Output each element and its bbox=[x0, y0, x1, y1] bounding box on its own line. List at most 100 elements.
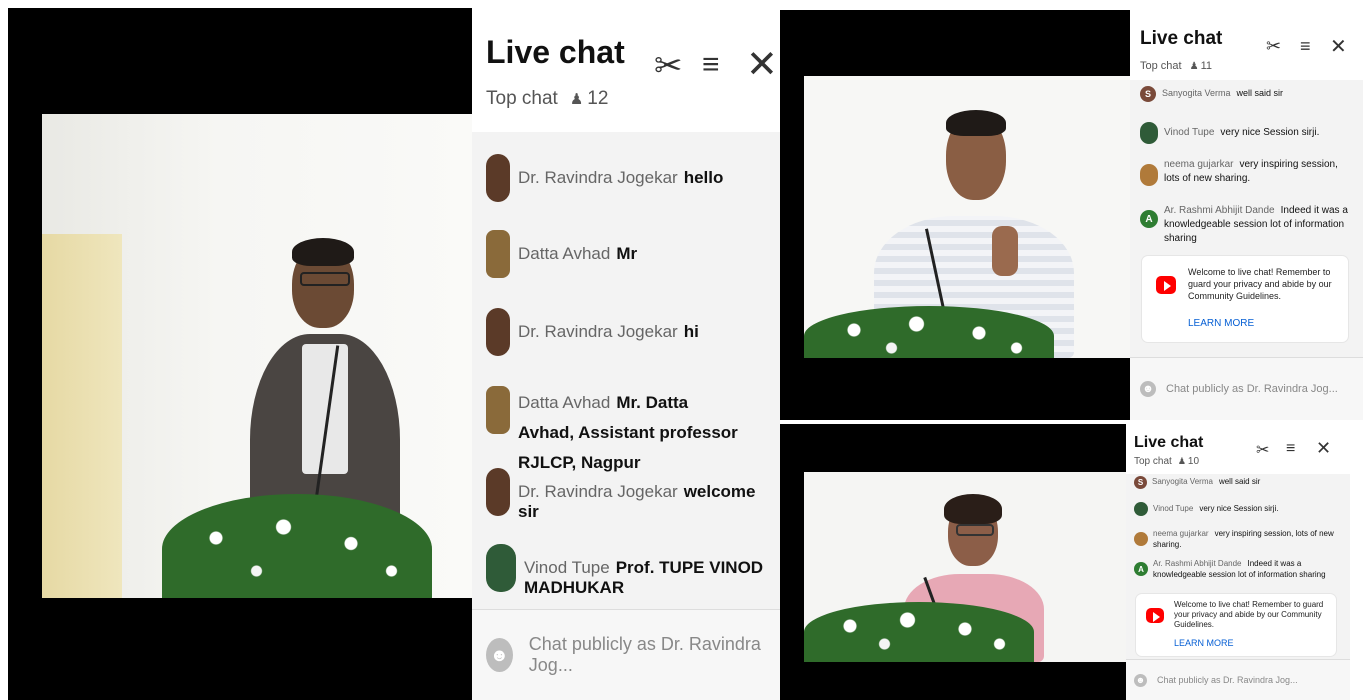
sliders-icon[interactable]: ≡ bbox=[702, 48, 720, 82]
scissors-icon[interactable]: ✂ bbox=[1256, 440, 1269, 460]
background-door bbox=[42, 234, 122, 598]
chat-message: Vinod Tupe very nice Session sirji. bbox=[1130, 122, 1363, 144]
person-icon: ♟ bbox=[1189, 60, 1199, 72]
close-icon[interactable]: ✕ bbox=[1330, 34, 1347, 59]
message-author: Sanyogita Verma bbox=[1152, 477, 1213, 486]
message-text: well said sir bbox=[1218, 477, 1261, 486]
chat-input-bar[interactable]: ☻ Chat publicly as Dr. Ravindra Jog... bbox=[472, 609, 780, 700]
avatar bbox=[1140, 122, 1158, 144]
chat-message: neema gujarkar very inspiring session, lo… bbox=[1130, 158, 1363, 186]
avatar: S bbox=[1134, 476, 1147, 489]
live-chat-panel-top-right: Live chat Top chat ♟ 11 ✂ ≡ ✕ S Sanyogit… bbox=[1130, 10, 1363, 420]
stream-panel-bottom-right: Live chat Top chat ♟ 10 ✂ ≡ ✕ S Sanyogit… bbox=[780, 424, 1350, 700]
learn-more-link[interactable]: LEARN MORE bbox=[1174, 638, 1234, 648]
scissors-icon[interactable]: ✂ bbox=[654, 46, 683, 86]
smiley-icon[interactable]: ☻ bbox=[1134, 673, 1147, 687]
welcome-text: Welcome to live chat! Remember to guard … bbox=[1188, 267, 1332, 301]
chat-input-bar[interactable]: ☻ Chat publicly as Dr. Ravindra Jog... bbox=[1126, 659, 1350, 700]
chat-message: A Ar. Rashmi Abhijit Dande Indeed it was … bbox=[1130, 204, 1363, 246]
avatar bbox=[486, 386, 510, 434]
avatar bbox=[486, 230, 510, 278]
chat-message: Datta Avhad Mr bbox=[472, 230, 780, 278]
stream-panel-top-right: Live chat Top chat ♟ 11 ✂ ≡ ✕ S Sanyogit… bbox=[780, 10, 1363, 420]
message-author: Sanyogita Verma bbox=[1162, 88, 1231, 98]
chat-message: A Ar. Rashmi Abhijit Dande Indeed it was … bbox=[1126, 558, 1350, 580]
avatar bbox=[1140, 164, 1158, 186]
welcome-notice: Welcome to live chat! Remember to guard … bbox=[1136, 594, 1336, 656]
live-chat-panel-bottom-right: Live chat Top chat ♟ 10 ✂ ≡ ✕ S Sanyogit… bbox=[1126, 424, 1350, 700]
avatar bbox=[1134, 502, 1148, 516]
message-author: neema gujarkar bbox=[1153, 529, 1209, 538]
chat-message-list[interactable]: S Sanyogita Verma well said sir Vinod Tup… bbox=[1130, 80, 1363, 358]
message-author: Dr. Ravindra Jogekar bbox=[518, 168, 678, 187]
video-player-main[interactable] bbox=[8, 8, 480, 700]
person-icon: ♟ bbox=[569, 91, 584, 108]
avatar bbox=[486, 308, 510, 356]
viewer-count: 10 bbox=[1187, 456, 1200, 467]
youtube-icon bbox=[1146, 608, 1164, 623]
chat-message: Dr. Ravindra Jogekar hi bbox=[472, 308, 780, 356]
smiley-icon[interactable]: ☻ bbox=[1140, 381, 1156, 397]
welcome-text: Welcome to live chat! Remember to guard … bbox=[1174, 600, 1324, 629]
avatar bbox=[486, 154, 510, 202]
close-icon[interactable]: ✕ bbox=[746, 42, 778, 87]
chat-header: Live chat Top chat ♟ 11 ✂ ≡ ✕ bbox=[1130, 10, 1363, 80]
avatar bbox=[486, 544, 516, 592]
video-player-bottom-right[interactable] bbox=[780, 424, 1126, 700]
chat-header: Live chat Top chat ♟ 10 ✂ ≡ ✕ bbox=[1126, 424, 1350, 474]
message-author: neema gujarkar bbox=[1164, 159, 1234, 170]
welcome-notice: Welcome to live chat! Remember to guard … bbox=[1142, 256, 1348, 342]
avatar bbox=[486, 468, 510, 516]
sliders-icon[interactable]: ≡ bbox=[1286, 440, 1295, 458]
live-chat-panel-main: Live chat Top chat ♟ 12 ✂ ≡ ✕ Dr. Ravind… bbox=[472, 8, 780, 700]
message-text: well said sir bbox=[1236, 88, 1284, 98]
avatar: S bbox=[1140, 86, 1156, 102]
top-chat-label: Top chat bbox=[1140, 60, 1182, 72]
message-text: hi bbox=[683, 322, 699, 341]
chat-message: Dr. Ravindra Jogekar welcome sir bbox=[472, 468, 780, 522]
sliders-icon[interactable]: ≡ bbox=[1300, 36, 1311, 57]
top-chat-label: Top chat bbox=[1134, 456, 1172, 467]
scissors-icon[interactable]: ✂ bbox=[1266, 36, 1281, 57]
avatar bbox=[1134, 532, 1148, 546]
chat-mode-selector[interactable]: Top chat ♟ 10 bbox=[1134, 456, 1199, 467]
video-frame-bottom-right bbox=[804, 472, 1126, 662]
message-author: Vinod Tupe bbox=[524, 558, 610, 577]
chat-message: Vinod Tupe Prof. TUPE VINOD MADHUKAR bbox=[472, 544, 780, 598]
message-author: Ar. Rashmi Abhijit Dande bbox=[1153, 559, 1242, 568]
close-icon[interactable]: ✕ bbox=[1316, 438, 1331, 459]
chat-input-bar[interactable]: ☻ Chat publicly as Dr. Ravindra Jog... bbox=[1130, 357, 1363, 420]
smiley-icon[interactable]: ☻ bbox=[486, 638, 513, 672]
video-player-top-right[interactable] bbox=[780, 10, 1130, 420]
learn-more-link[interactable]: LEARN MORE bbox=[1188, 318, 1254, 329]
chat-message: S Sanyogita Verma well said sir bbox=[1126, 476, 1350, 489]
chat-input-placeholder[interactable]: Chat publicly as Dr. Ravindra Jog... bbox=[1166, 383, 1338, 395]
avatar: A bbox=[1140, 210, 1158, 228]
viewer-count: 11 bbox=[1200, 60, 1212, 72]
flower-arrangement bbox=[804, 602, 1034, 662]
chat-header: Live chat Top chat ♟ 12 ✂ ≡ ✕ bbox=[472, 8, 780, 132]
chat-mode-selector[interactable]: Top chat ♟ 11 bbox=[1140, 60, 1212, 72]
chat-message: Vinod Tupe very nice Session sirji. bbox=[1126, 502, 1350, 516]
chat-message: S Sanyogita Verma well said sir bbox=[1130, 86, 1363, 102]
person-icon: ♟ bbox=[1177, 456, 1186, 466]
chat-message-list[interactable]: S Sanyogita Verma well said sir Vinod Tup… bbox=[1126, 474, 1350, 660]
avatar: A bbox=[1134, 562, 1148, 576]
main-stream-panel: Live chat Top chat ♟ 12 ✂ ≡ ✕ Dr. Ravind… bbox=[8, 8, 780, 700]
video-frame-top-right bbox=[804, 76, 1130, 358]
message-author: Datta Avhad bbox=[518, 244, 611, 263]
flower-arrangement bbox=[804, 306, 1054, 358]
chat-message: Datta Avhad Mr. Datta Avhad, Assistant pr… bbox=[472, 386, 780, 478]
chat-mode-selector[interactable]: Top chat ♟ 12 bbox=[486, 88, 608, 110]
chat-message: neema gujarkar very inspiring session, lo… bbox=[1126, 528, 1350, 550]
chat-input-placeholder[interactable]: Chat publicly as Dr. Ravindra Jog... bbox=[1157, 675, 1298, 685]
chat-message-list[interactable]: Dr. Ravindra Jogekar hello Datta Avhad Mr … bbox=[472, 132, 780, 610]
message-author: Ar. Rashmi Abhijit Dande bbox=[1164, 205, 1275, 216]
message-text: hello bbox=[683, 168, 724, 187]
message-author: Dr. Ravindra Jogekar bbox=[518, 482, 678, 501]
flower-arrangement bbox=[162, 494, 432, 598]
chat-input-placeholder[interactable]: Chat publicly as Dr. Ravindra Jog... bbox=[529, 634, 780, 676]
video-frame-main bbox=[42, 114, 480, 598]
chat-title: Live chat bbox=[1134, 434, 1204, 451]
chat-title: Live chat bbox=[486, 34, 625, 70]
